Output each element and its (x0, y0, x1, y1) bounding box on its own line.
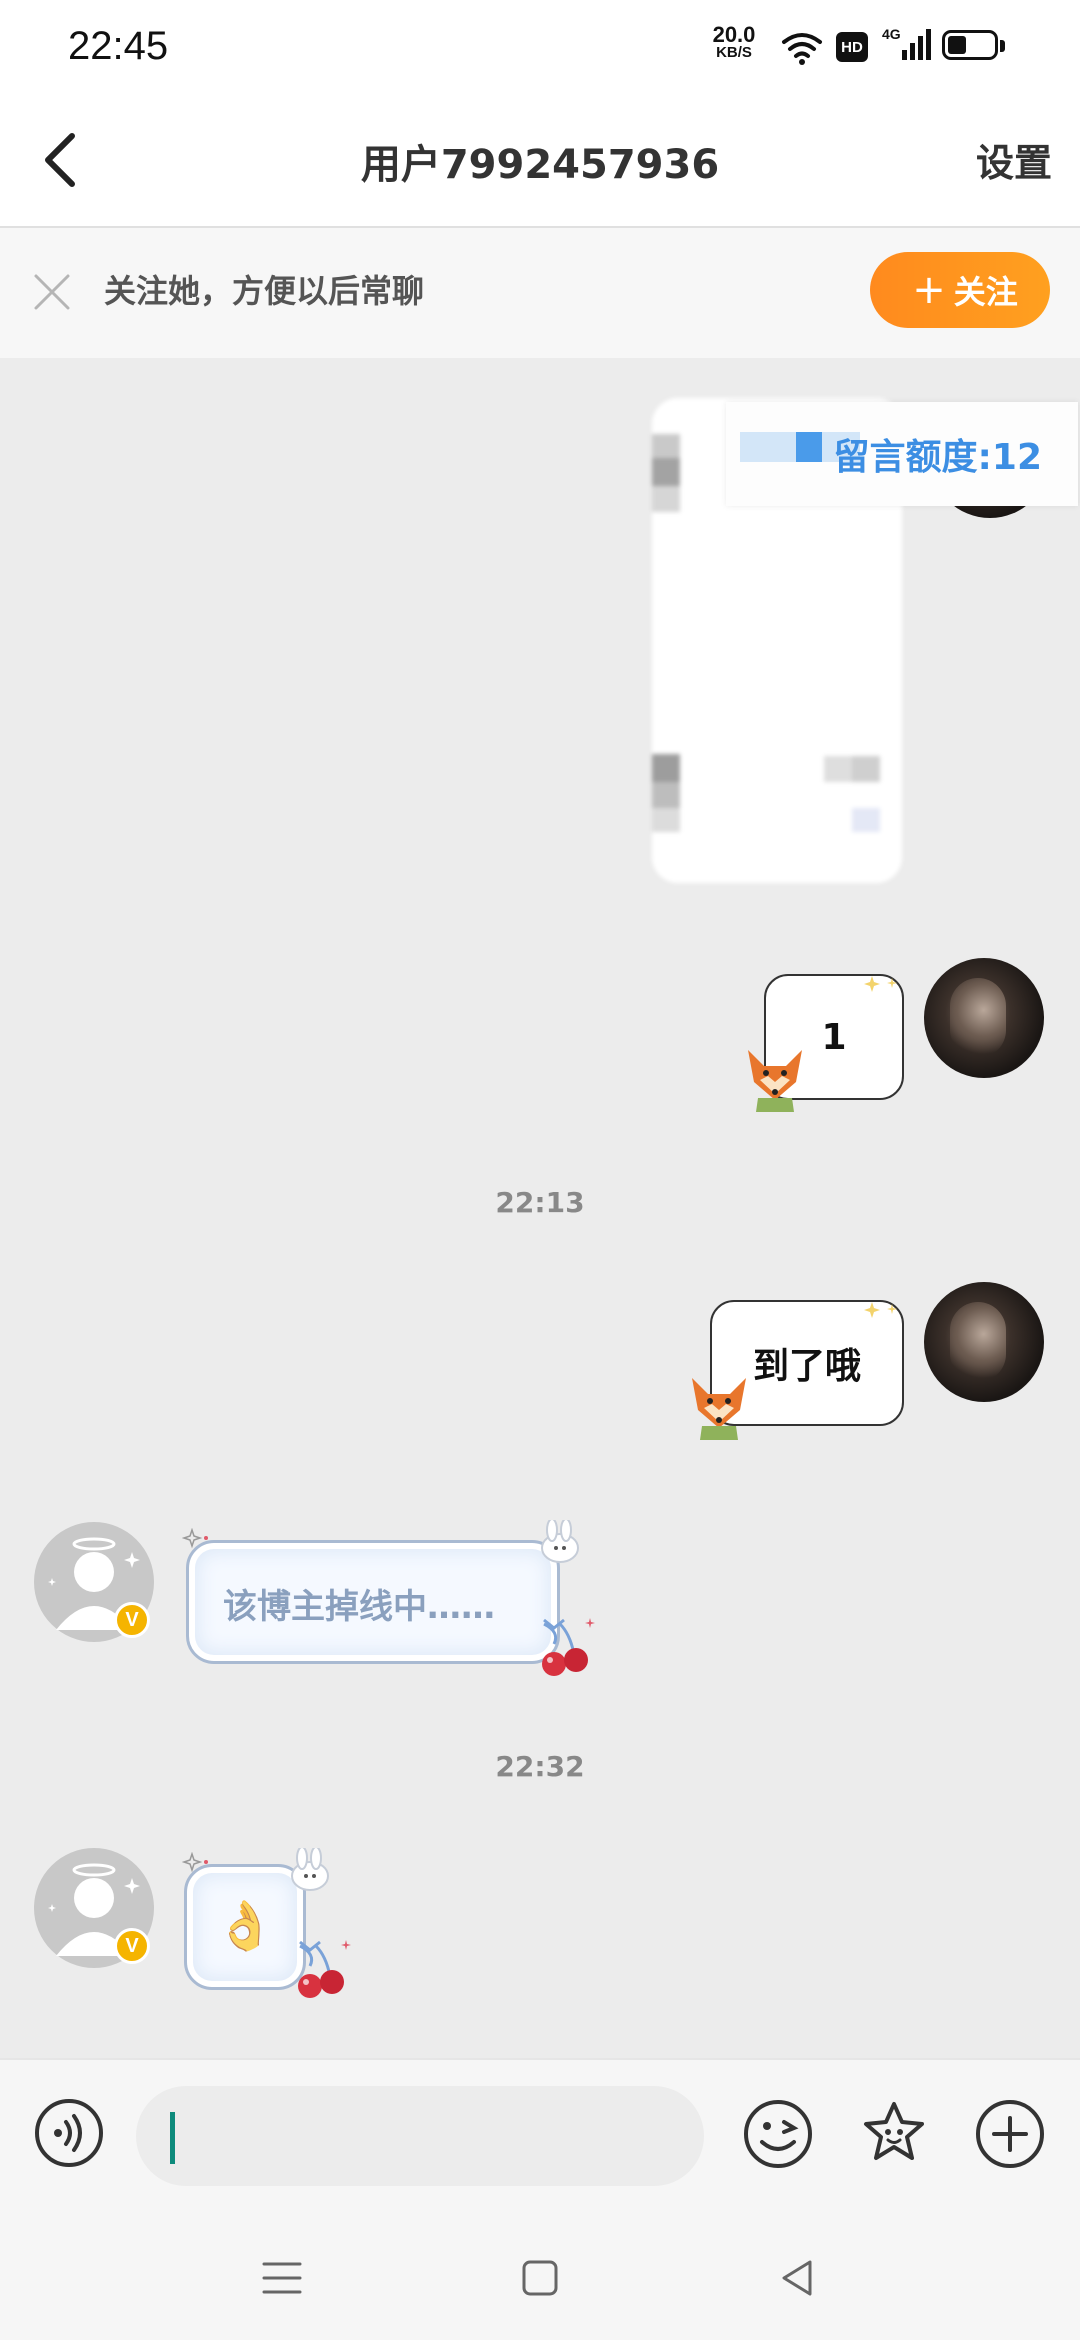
emoji-icon[interactable] (742, 2098, 814, 2170)
message-text: 到了哦 (752, 1346, 861, 1387)
plus-icon: + (912, 267, 946, 313)
system-nav-bar (0, 2208, 1080, 2340)
contact-avatar[interactable]: V (34, 1522, 154, 1642)
verified-badge-label: V (125, 1608, 139, 1631)
cherry-decoration-icon (542, 1618, 595, 1676)
sparkle-icon (864, 976, 897, 992)
follow-prompt-text: 关注她，方便以后常聊 (104, 272, 425, 310)
close-icon[interactable] (30, 270, 74, 314)
sticker-icon[interactable] (858, 2098, 930, 2170)
settings-button[interactable]: 设置 (976, 132, 1052, 187)
received-message-bubble[interactable]: 该博主掉线中…… (186, 1540, 560, 1664)
verified-badge: V (114, 1602, 150, 1638)
voice-icon[interactable] (34, 2098, 104, 2168)
page-title: 用户7992457936 (360, 142, 720, 188)
fox-sticker-icon (692, 1378, 746, 1440)
my-avatar[interactable] (924, 958, 1044, 1078)
sparkle-icon (864, 1302, 897, 1318)
follow-button-label: 关注 (953, 273, 1018, 311)
message-list[interactable]: 留言额度:12 1 22:13 到了哦 V 该博主掉线中…… 22:32 V 👌 (0, 358, 1080, 2058)
timestamp: 22:13 (495, 1186, 585, 1219)
plus-icon[interactable] (974, 2098, 1046, 2170)
my-avatar[interactable] (924, 1282, 1044, 1402)
bunny-decoration-icon (291, 1848, 329, 1891)
network-speed-value: 20.0 (712, 22, 756, 47)
sparkle-icon (182, 1528, 208, 1549)
message-text: 该博主掉线中…… (223, 1587, 495, 1627)
fox-sticker-icon (748, 1050, 802, 1112)
message-quota-badge: 留言额度:12 (726, 402, 1078, 506)
battery-icon (942, 30, 1006, 64)
text-caret (170, 2112, 175, 2164)
hd-label: HD (841, 38, 863, 56)
menu-icon[interactable] (258, 2254, 306, 2302)
chat-header: 用户7992457936 设置 (0, 96, 1080, 228)
timestamp: 22:32 (495, 1750, 585, 1783)
signal-icon: 4G (882, 26, 932, 64)
home-icon[interactable] (516, 2254, 564, 2302)
verified-badge-label: V (125, 1934, 139, 1957)
wifi-icon (782, 33, 822, 65)
cherry-decoration-icon (298, 1940, 351, 1998)
follow-button[interactable]: + 关注 (870, 252, 1050, 328)
network-speed: 20.0 KB/S (706, 22, 762, 62)
follow-banner: 关注她，方便以后常聊 + 关注 (0, 228, 1080, 358)
message-text: 1 (821, 1016, 847, 1058)
message-input[interactable] (136, 2086, 704, 2186)
status-time: 22:45 (68, 24, 169, 68)
back-icon[interactable] (774, 2254, 822, 2302)
sparkle-icon (182, 1852, 208, 1873)
message-input-bar (0, 2058, 1080, 2210)
contact-avatar[interactable]: V (34, 1848, 154, 1968)
network-type-label: 4G (882, 26, 901, 42)
hd-icon: HD (836, 32, 868, 62)
status-bar: 22:45 20.0 KB/S HD 4G (0, 0, 1080, 96)
message-emoji: 👌 (215, 1898, 275, 1954)
quota-label: 留言额度:12 (833, 437, 1043, 478)
verified-badge: V (114, 1928, 150, 1964)
bunny-decoration-icon (541, 1520, 579, 1563)
